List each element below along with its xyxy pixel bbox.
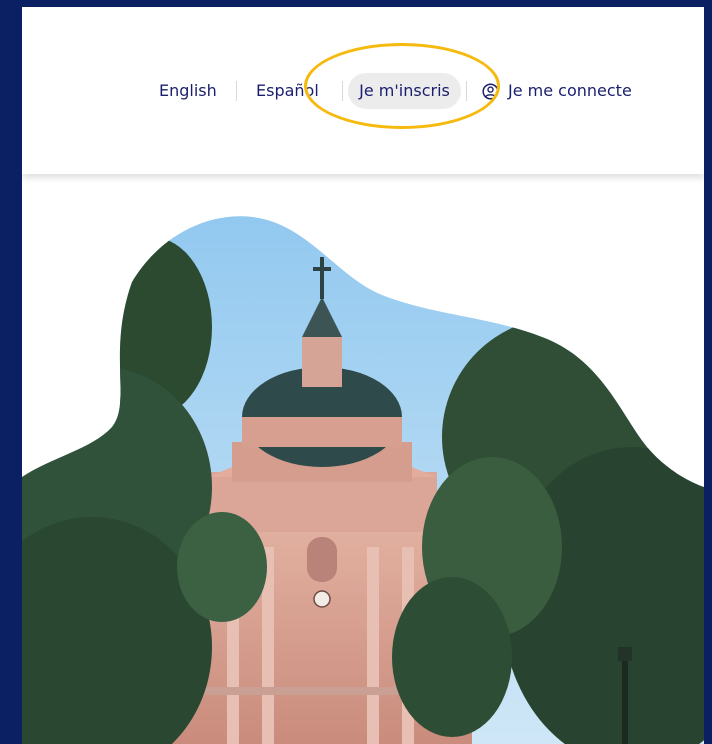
top-navigation: English Español Je m'inscris Je me conne…	[22, 71, 704, 111]
nav-divider	[466, 81, 467, 101]
nav-divider	[236, 81, 237, 101]
signup-button[interactable]: Je m'inscris	[348, 73, 461, 109]
site-header: English Español Je m'inscris Je me conne…	[22, 7, 704, 174]
nav-divider	[342, 81, 343, 101]
browser-viewport: English Español Je m'inscris Je me conne…	[22, 7, 704, 744]
login-link[interactable]: Je me connecte	[482, 71, 632, 111]
language-english-link[interactable]: English	[159, 71, 217, 111]
user-circle-icon	[482, 82, 499, 100]
login-label: Je me connecte	[508, 81, 632, 100]
hero-image	[22, 187, 704, 744]
language-spanish-link[interactable]: Español	[256, 71, 319, 111]
